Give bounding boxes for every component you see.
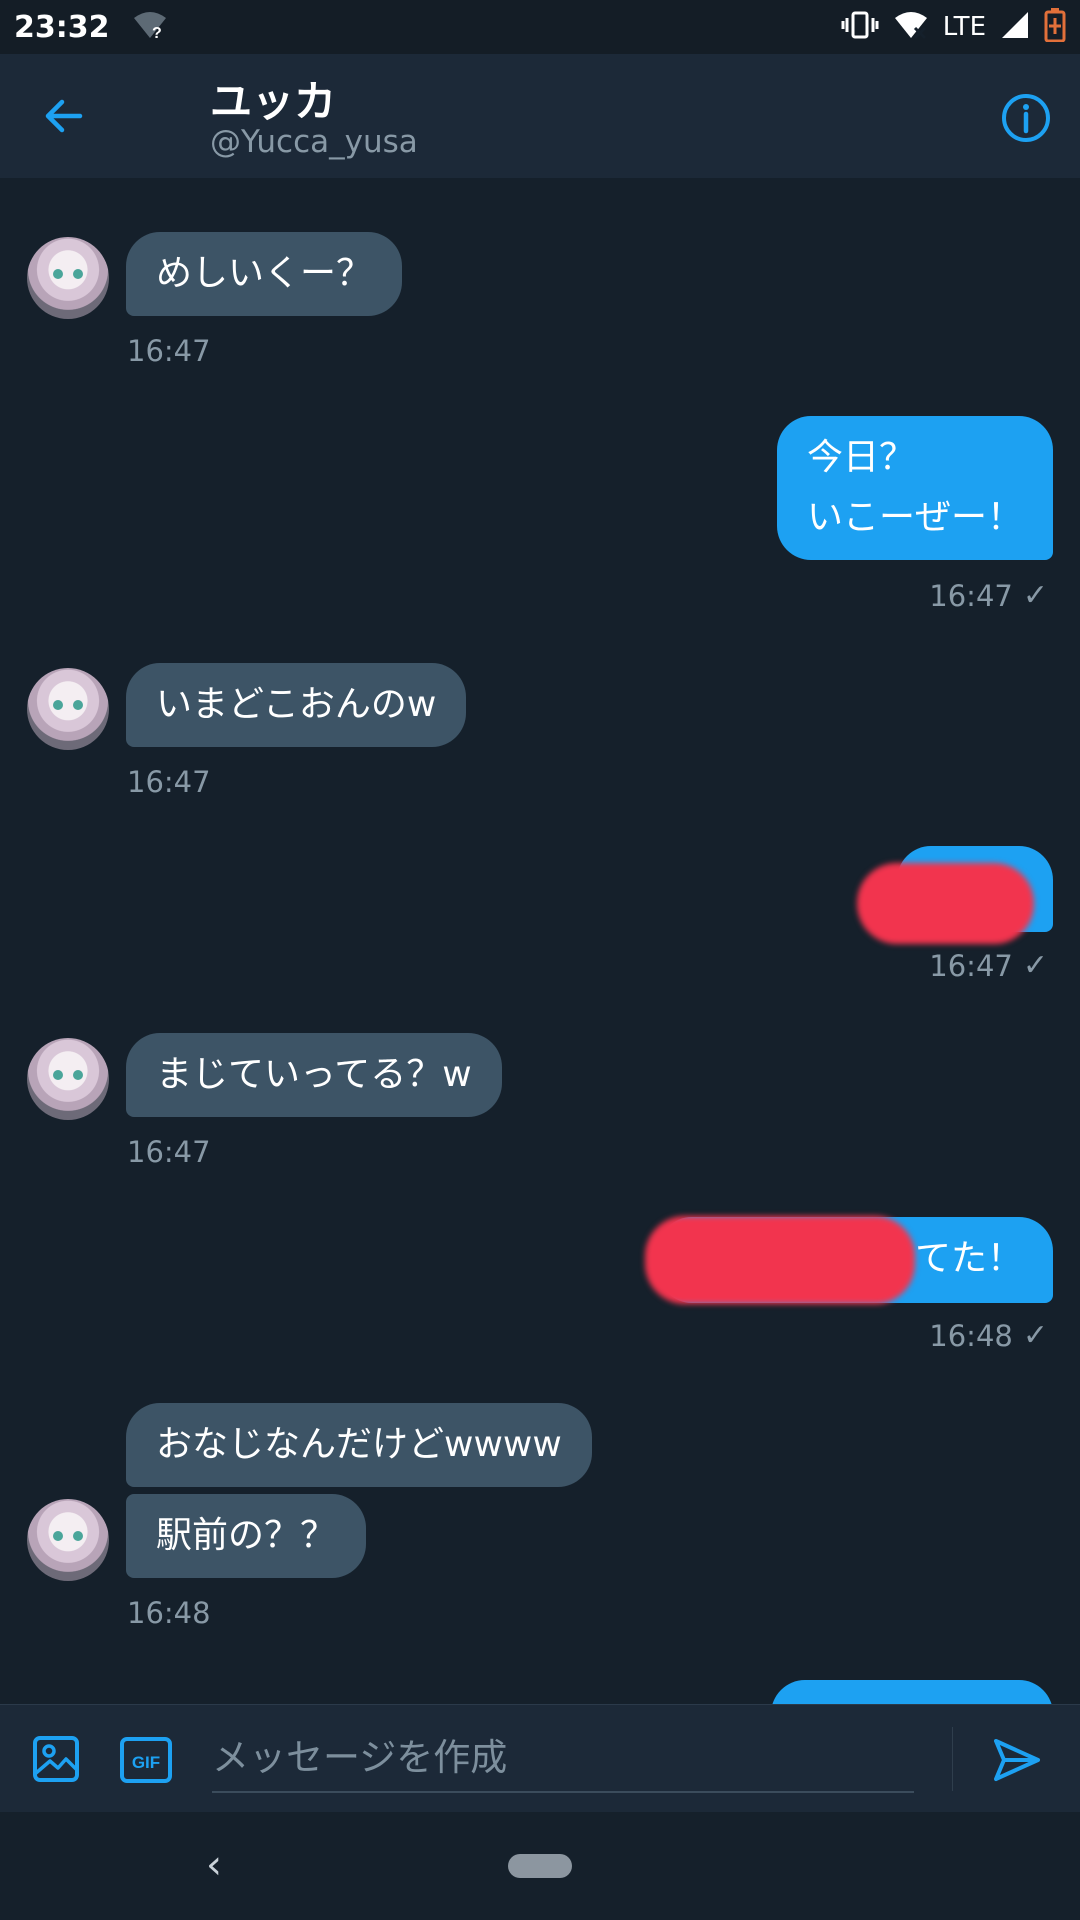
wifi-off-icon: [893, 10, 929, 44]
message-bubble-incoming[interactable]: いまどこおんのw: [126, 663, 467, 747]
avatar[interactable]: [27, 1038, 109, 1120]
divider: [952, 1727, 953, 1791]
svg-text:?: ?: [152, 25, 162, 40]
message-time: 16:47: [929, 578, 1013, 613]
redaction-mark: [645, 1216, 915, 1304]
redaction-mark: [857, 863, 1034, 944]
conversation-header: ユッカ @Yucca_yusa: [0, 54, 1080, 178]
conversation-name: ユッカ: [210, 77, 337, 126]
image-icon: [33, 1736, 79, 1782]
signal-icon: [1000, 10, 1030, 44]
message-bubble-incoming[interactable]: おなじなんだけどwwww: [126, 1403, 592, 1487]
network-type: LTE: [942, 12, 986, 42]
system-back-button[interactable]: ‹: [206, 1842, 222, 1888]
message-time-row: 16:48 ✓: [929, 1318, 1048, 1353]
gif-icon: GIF: [120, 1737, 172, 1783]
add-photo-button[interactable]: [32, 1735, 80, 1783]
message-time: 16:48: [127, 1596, 211, 1630]
check-icon: ✓: [1022, 948, 1048, 983]
message-time: 16:47: [127, 1135, 211, 1169]
arrow-left-icon: [45, 99, 83, 133]
message-bubble-outgoing[interactable]: [771, 1680, 1053, 1704]
status-time: 23:32: [14, 9, 110, 45]
message-bubble-incoming[interactable]: 駅前の？？: [126, 1494, 367, 1578]
message-time: 16:47: [127, 765, 211, 799]
check-icon: ✓: [1022, 578, 1048, 613]
message-bubble-outgoing[interactable]: 今日？ いこーぜー！: [776, 416, 1053, 560]
status-bar: 23:32 ? LTE: [0, 0, 1080, 54]
system-nav-bar: ‹: [0, 1812, 1080, 1920]
message-input[interactable]: [212, 1723, 914, 1793]
avatar[interactable]: [27, 1499, 109, 1581]
message-bubble-incoming[interactable]: めしいくー？: [126, 232, 403, 316]
message-line: 今日？: [806, 437, 915, 478]
message-time: 16:47: [127, 334, 211, 368]
send-button[interactable]: [992, 1735, 1042, 1785]
message-bubble-incoming[interactable]: まじていってる？w: [126, 1033, 502, 1117]
message-time: 16:48: [929, 1318, 1013, 1353]
add-gif-button[interactable]: GIF: [120, 1737, 172, 1783]
avatar[interactable]: [27, 237, 109, 319]
vibrate-icon: [841, 10, 879, 44]
system-home-button[interactable]: [508, 1854, 572, 1878]
svg-text:GIF: GIF: [132, 1753, 160, 1772]
message-list[interactable]: めしいくー？ 16:47 今日？ いこーぜー！ 16:47 ✓ いまどこおんのw…: [0, 178, 1080, 1704]
info-button[interactable]: [1000, 92, 1052, 144]
back-button[interactable]: [38, 90, 90, 142]
message-line: いこーぜー！: [806, 497, 1023, 538]
wifi-unknown-icon: ?: [132, 10, 168, 44]
message-time-row: 16:47 ✓: [929, 578, 1048, 613]
message-composer: GIF: [0, 1704, 1080, 1812]
battery-charging-icon: [1044, 8, 1066, 46]
avatar[interactable]: [27, 668, 109, 750]
check-icon: ✓: [1022, 1318, 1048, 1353]
message-time-row: 16:47 ✓: [929, 948, 1048, 983]
info-icon: [1002, 94, 1050, 142]
message-time: 16:47: [929, 948, 1013, 983]
conversation-handle: @Yucca_yusa: [210, 124, 418, 160]
send-icon: [994, 1739, 1040, 1781]
